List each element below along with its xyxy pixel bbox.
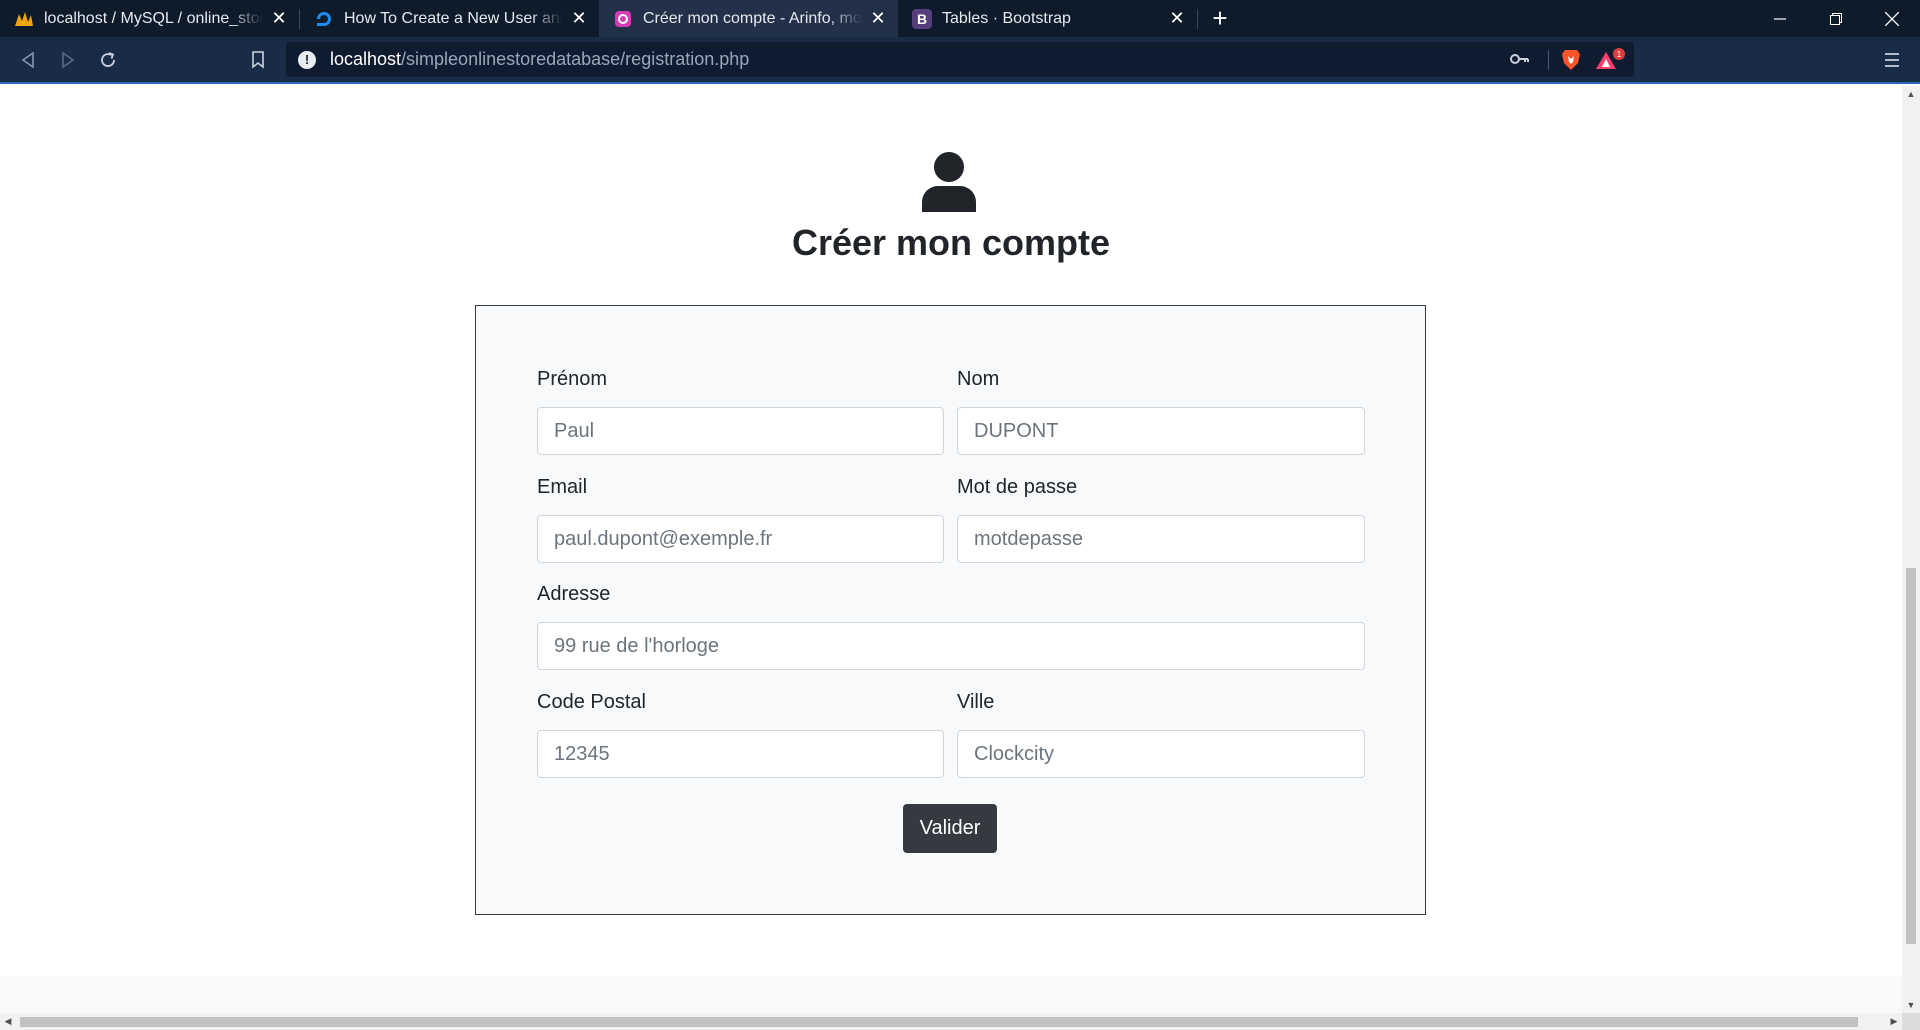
submit-button[interactable]: Valider — [903, 804, 997, 853]
url-host: localhost — [330, 49, 402, 69]
lastname-input[interactable] — [957, 407, 1365, 455]
address-group: Adresse — [537, 583, 1365, 670]
tab-title: Tables · Bootstrap — [942, 9, 1071, 27]
user-icon — [922, 152, 976, 212]
tab-title: localhost / MySQL / online_store / — [44, 9, 263, 27]
password-label: Mot de passe — [957, 476, 1078, 498]
tab-registration[interactable]: Créer mon compte - Arinfo, montr ✕ — [599, 0, 898, 37]
tab-bootstrap[interactable]: B Tables · Bootstrap ✕ — [898, 0, 1197, 37]
city-input[interactable] — [957, 730, 1365, 778]
restore-icon[interactable] — [1808, 0, 1864, 37]
tab-phpmyadmin[interactable]: localhost / MySQL / online_store / ✕ — [0, 0, 299, 37]
address-bar-divider — [1548, 50, 1549, 70]
postal-code-label: Code Postal — [537, 691, 646, 713]
back-icon[interactable] — [14, 47, 42, 73]
window-controls — [1752, 0, 1920, 37]
city-group: Ville — [957, 691, 1365, 778]
minimize-icon[interactable] — [1752, 0, 1808, 37]
horizontal-scroll-thumb[interactable] — [20, 1017, 1858, 1027]
url-text[interactable]: localhost/simpleonlinestoredatabase/regi… — [330, 49, 749, 70]
brave-shields-icon[interactable] — [1561, 49, 1581, 71]
site-favicon-icon — [613, 9, 633, 29]
bookmark-icon[interactable] — [244, 47, 272, 73]
new-tab-button[interactable]: + — [1198, 0, 1242, 37]
scroll-up-icon[interactable]: ▲ — [1902, 86, 1920, 102]
firstname-label: Prénom — [537, 368, 608, 390]
page-viewport: Créer mon compte Prénom Nom Email Mot de… — [0, 86, 1902, 1013]
lastname-label: Nom — [957, 368, 1000, 390]
forward-icon[interactable] — [54, 47, 82, 73]
page-footer — [0, 976, 1902, 1013]
email-input[interactable] — [537, 515, 944, 563]
password-input[interactable] — [957, 515, 1365, 563]
scroll-down-icon[interactable]: ▼ — [1902, 997, 1920, 1013]
address-input[interactable] — [537, 622, 1365, 670]
firstname-group: Prénom — [537, 368, 944, 455]
rewards-badge: 1 — [1617, 50, 1622, 59]
page-title: Créer mon compte — [791, 222, 1111, 263]
email-label: Email — [537, 476, 588, 498]
password-group: Mot de passe — [957, 476, 1365, 563]
registration-form: Prénom Nom Email Mot de passe Adresse Co… — [475, 305, 1426, 915]
close-icon[interactable]: ✕ — [269, 8, 289, 29]
site-info-icon[interactable]: ! — [298, 50, 316, 69]
tab-title: Créer mon compte - Arinfo, montr — [643, 9, 862, 27]
close-icon[interactable]: ✕ — [868, 8, 888, 29]
horizontal-scrollbar[interactable]: ◀ ▶ — [0, 1013, 1902, 1030]
url-path: /simpleonlinestoredatabase/registration.… — [401, 49, 750, 69]
postal-code-group: Code Postal — [537, 691, 944, 778]
vertical-scrollbar[interactable]: ▲ ▼ — [1902, 86, 1920, 1013]
scroll-left-icon[interactable]: ◀ — [0, 1013, 16, 1030]
city-label: Ville — [957, 691, 995, 713]
reload-icon[interactable] — [94, 47, 122, 73]
digitalocean-icon — [314, 9, 334, 29]
address-label: Adresse — [537, 583, 611, 605]
bootstrap-icon: B — [912, 8, 932, 29]
browser-toolbar: ! localhost/simpleonlinestoredatabase/re… — [0, 37, 1920, 84]
vertical-scroll-thumb[interactable] — [1906, 568, 1916, 944]
email-group: Email — [537, 476, 944, 563]
tab-strip: localhost / MySQL / online_store / ✕ How… — [0, 0, 1920, 37]
bootstrap-letter: B — [916, 10, 928, 27]
phpmyadmin-icon — [14, 9, 34, 29]
hamburger-menu-icon[interactable] — [1878, 47, 1906, 73]
tab-digitalocean[interactable]: How To Create a New User and Gr ✕ — [300, 0, 599, 37]
close-icon[interactable]: ✕ — [569, 8, 589, 29]
firstname-input[interactable] — [537, 407, 944, 455]
key-icon[interactable] — [1510, 49, 1530, 74]
address-bar[interactable]: ! localhost/simpleonlinestoredatabase/re… — [286, 42, 1634, 77]
close-window-icon[interactable] — [1864, 0, 1920, 37]
tab-title: How To Create a New User and Gr — [344, 9, 563, 27]
scrollbar-corner — [1902, 1013, 1920, 1030]
scroll-right-icon[interactable]: ▶ — [1886, 1013, 1902, 1030]
postal-code-input[interactable] — [537, 730, 944, 778]
close-icon[interactable]: ✕ — [1167, 8, 1187, 29]
lastname-group: Nom — [957, 368, 1365, 455]
brave-rewards-icon[interactable]: 1 — [1594, 47, 1628, 73]
